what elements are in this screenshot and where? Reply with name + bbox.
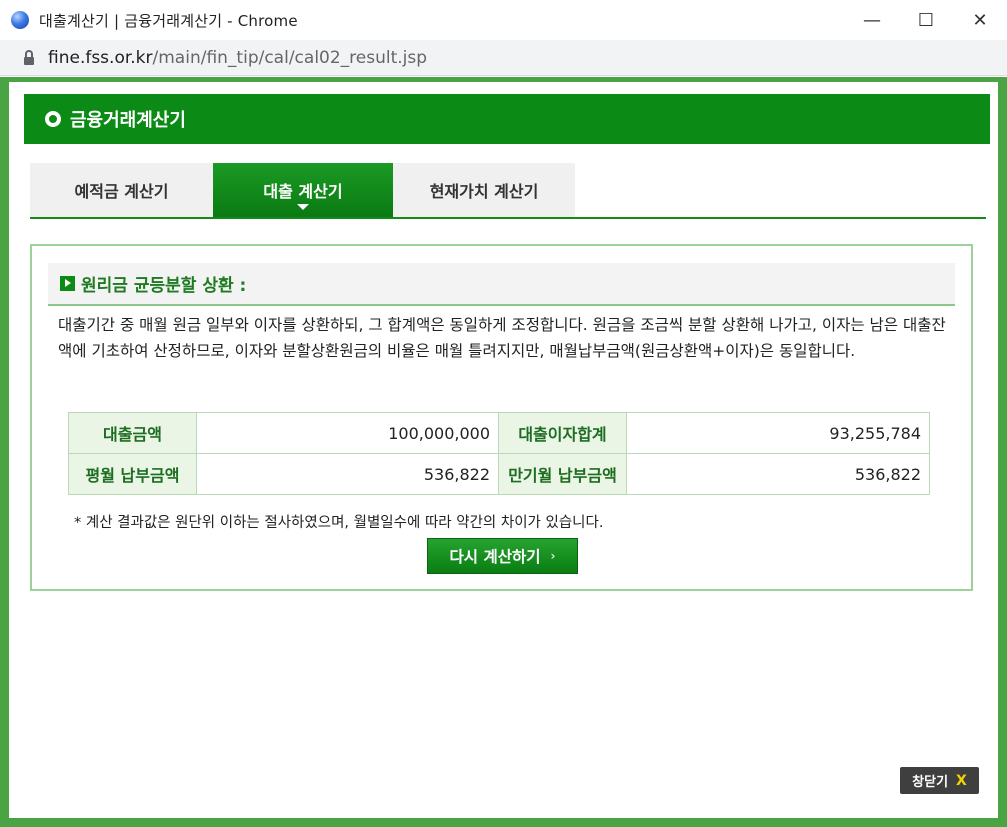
close-window-button[interactable]: ✕	[953, 0, 1007, 40]
result-box: 원리금 균등분할 상환 : 대출기간 중 매월 원금 일부와 이자를 상환하되,…	[30, 244, 973, 591]
close-popup-label: 창닫기	[912, 775, 949, 790]
recalculate-button[interactable]: 다시 계산하기 ›	[427, 538, 578, 574]
arrow-box-icon	[60, 276, 75, 291]
section-title: 원리금 균등분할 상환 :	[81, 276, 247, 296]
url-host: fine.fss.or.kr	[48, 47, 153, 68]
tab-savings-calculator[interactable]: 예적금 계산기	[30, 163, 213, 217]
loan-amount-value: 100,000,000	[196, 412, 499, 454]
table-row: 대출금액 100,000,000 대출이자합계 93,255,784	[68, 412, 930, 454]
recalculate-label: 다시 계산하기	[449, 548, 541, 566]
ring-icon	[45, 111, 61, 127]
url-text[interactable]: fine.fss.or.kr/main/fin_tip/cal/cal02_re…	[48, 48, 427, 68]
loan-amount-label: 대출금액	[68, 412, 197, 454]
final-payment-value: 536,822	[626, 453, 930, 495]
tab-present-value-calculator[interactable]: 현재가치 계산기	[393, 163, 575, 217]
url-path: /main/fin_tip/cal/cal02_result.jsp	[152, 47, 428, 68]
total-interest-label: 대출이자합계	[498, 412, 627, 454]
close-x-icon: X	[956, 772, 967, 789]
address-bar[interactable]: fine.fss.or.kr/main/fin_tip/cal/cal02_re…	[0, 40, 1007, 76]
window-titlebar: 대출계산기 | 금융거래계산기 - Chrome — ☐ ✕	[0, 0, 1007, 40]
total-interest-value: 93,255,784	[626, 412, 930, 454]
final-payment-label: 만기월 납부금액	[498, 453, 627, 495]
lock-icon	[24, 49, 34, 65]
maximize-button[interactable]: ☐	[899, 0, 953, 40]
browser-globe-icon	[11, 11, 29, 29]
close-popup-button[interactable]: 창닫기 X	[900, 767, 979, 794]
section-heading: 원리금 균등분할 상환 :	[48, 263, 955, 306]
minimize-button[interactable]: —	[845, 0, 899, 40]
table-row: 평월 납부금액 536,822 만기월 납부금액 536,822	[68, 453, 930, 495]
chevron-right-icon: ›	[550, 549, 556, 563]
tab-loan-calculator[interactable]: 대출 계산기	[213, 163, 393, 217]
calculator-header: 금융거래계산기	[24, 94, 990, 144]
monthly-payment-value: 536,822	[196, 453, 499, 495]
header-title: 금융거래계산기	[70, 110, 186, 131]
window-title: 대출계산기 | 금융거래계산기 - Chrome	[39, 11, 298, 30]
result-note: * 계산 결과값은 원단위 이하는 절사하였으며, 월별일수에 따라 약간의 차…	[74, 515, 604, 531]
calculator-tabs: 예적금 계산기 대출 계산기 현재가치 계산기	[30, 163, 986, 219]
window-controls: — ☐ ✕	[845, 0, 1007, 40]
monthly-payment-label: 평월 납부금액	[68, 453, 197, 495]
section-description: 대출기간 중 매월 원금 일부와 이자를 상환하되, 그 합계액은 동일하게 조…	[58, 316, 946, 360]
result-table: 대출금액 100,000,000 대출이자합계 93,255,784 평월 납부…	[68, 412, 930, 495]
